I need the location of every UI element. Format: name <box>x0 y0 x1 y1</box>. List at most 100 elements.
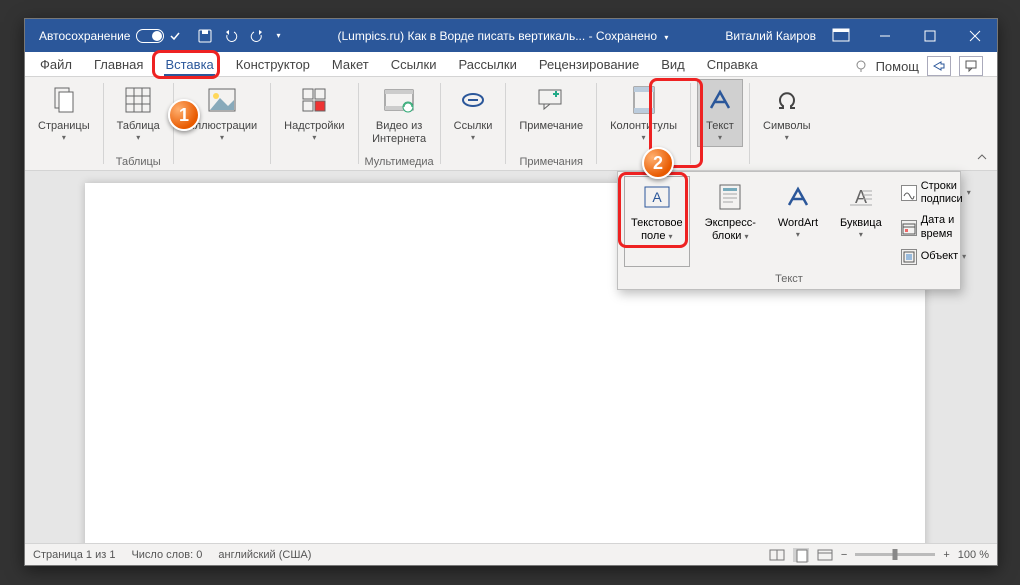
symbols-button[interactable]: Символы▾ <box>756 79 818 147</box>
comments-group-label: Примечания <box>512 154 590 170</box>
quickparts-icon <box>714 181 746 213</box>
status-words[interactable]: Число слов: 0 <box>131 549 202 561</box>
text-button[interactable]: Текст▾ <box>697 79 743 147</box>
callout-2: 2 <box>642 147 674 179</box>
tab-references[interactable]: Ссылки <box>380 53 448 76</box>
tab-home[interactable]: Главная <box>83 53 154 76</box>
headerfooter-button[interactable]: Колонтитулы▾ <box>603 79 684 147</box>
collapse-ribbon-button[interactable] <box>973 148 991 166</box>
dropcap-button[interactable]: A Буквица▾ <box>833 176 889 267</box>
zoom-slider[interactable] <box>855 553 935 556</box>
user-name: Виталий Каиров <box>725 29 816 43</box>
tabs-right: Помощ <box>854 56 993 76</box>
close-button[interactable] <box>952 19 997 52</box>
toggle-icon <box>136 29 164 43</box>
autosave-label: Автосохранение <box>39 29 130 43</box>
pages-button[interactable]: Страницы▾ <box>31 79 97 147</box>
zoom-out-button[interactable]: − <box>841 549 847 561</box>
omega-icon <box>771 84 803 116</box>
redo-icon[interactable] <box>250 29 264 43</box>
quickparts-button[interactable]: Экспресс-блоки ▾ <box>698 176 763 267</box>
svg-text:A: A <box>652 189 662 205</box>
text-popup-label: Текст <box>618 271 960 289</box>
addins-button[interactable]: Надстройки▾ <box>277 79 351 147</box>
tab-design[interactable]: Конструктор <box>225 53 321 76</box>
tabs-row: Файл Главная Вставка Конструктор Макет С… <box>25 52 997 77</box>
tab-view[interactable]: Вид <box>650 53 696 76</box>
undo-icon[interactable] <box>224 29 238 43</box>
picture-icon <box>206 84 238 116</box>
new-comment-icon <box>535 84 567 116</box>
addins-icon <box>298 84 330 116</box>
zoom-in-button[interactable]: + <box>943 549 949 561</box>
group-comments: Примечание Примечания <box>506 77 596 170</box>
print-layout-icon[interactable] <box>793 548 809 562</box>
document-title: (Lumpics.ru) Как в Ворде писать вертикал… <box>291 29 716 43</box>
online-video-button[interactable]: Видео изИнтернета <box>365 79 433 150</box>
tab-mailings[interactable]: Рассылки <box>447 53 527 76</box>
window-buttons <box>862 19 997 52</box>
object-button[interactable]: Объект▾ <box>897 247 975 267</box>
group-addins: Надстройки▾ <box>271 77 357 170</box>
text-small-buttons: Строки подписи▾ Дата и время Объект▾ <box>897 176 975 267</box>
text-dropdown-popup: A Текстовоеполе ▾ Экспресс-блоки ▾ WordA… <box>617 171 961 290</box>
tables-group-label: Таблицы <box>110 154 167 170</box>
zoom-level[interactable]: 100 % <box>958 549 989 561</box>
tab-insert[interactable]: Вставка <box>154 53 224 76</box>
group-text: Текст▾ <box>691 77 749 170</box>
signature-line-button[interactable]: Строки подписи▾ <box>897 178 975 208</box>
signature-icon <box>901 185 917 201</box>
comment-icon <box>965 60 977 72</box>
group-pages: Страницы▾ <box>25 77 103 170</box>
table-button[interactable]: Таблица▾ <box>110 79 167 147</box>
headerfooter-icon <box>628 84 660 116</box>
link-icon <box>457 84 489 116</box>
dropcap-icon: A <box>845 181 877 213</box>
wordart-a-icon <box>782 181 814 213</box>
svg-text:A: A <box>855 187 867 207</box>
media-group-label: Мультимедиа <box>365 154 434 170</box>
titlebar: Автосохранение ▾ (Lumpics.ru) Как в Ворд… <box>25 19 997 52</box>
object-icon <box>901 249 917 265</box>
comment-button[interactable]: Примечание <box>512 79 590 138</box>
table-icon <box>122 84 154 116</box>
comments-button[interactable] <box>959 56 983 76</box>
check-icon <box>170 31 180 41</box>
pages-icon <box>48 84 80 116</box>
datetime-button[interactable]: Дата и время <box>897 212 975 242</box>
wordart-button[interactable]: WordArt▾ <box>771 176 825 267</box>
group-symbols: Символы▾ <box>750 77 824 170</box>
read-mode-icon[interactable] <box>769 548 785 562</box>
autosave-toggle[interactable]: Автосохранение <box>25 29 188 43</box>
lightbulb-icon <box>854 59 868 73</box>
wordart-icon <box>704 84 736 116</box>
statusbar: Страница 1 из 1 Число слов: 0 английский… <box>25 543 997 565</box>
quick-access-toolbar: ▾ <box>188 29 290 43</box>
share-icon <box>933 60 945 72</box>
word-window: Автосохранение ▾ (Lumpics.ru) Как в Ворд… <box>24 18 998 566</box>
save-icon[interactable] <box>198 29 212 43</box>
maximize-button[interactable] <box>907 19 952 52</box>
tab-layout[interactable]: Макет <box>321 53 380 76</box>
callout-1: 1 <box>168 99 200 131</box>
links-button[interactable]: Ссылки▾ <box>447 79 500 147</box>
textbox-icon: A <box>641 181 673 213</box>
ribbon-display-icon[interactable] <box>832 28 856 44</box>
group-links: Ссылки▾ <box>441 77 506 170</box>
tell-me-label[interactable]: Помощ <box>876 59 919 74</box>
user-segment[interactable]: Виталий Каиров <box>715 29 826 43</box>
web-layout-icon[interactable] <box>817 548 833 562</box>
status-language[interactable]: английский (США) <box>218 549 311 561</box>
textbox-button[interactable]: A Текстовоеполе ▾ <box>624 176 690 267</box>
tab-review[interactable]: Рецензирование <box>528 53 650 76</box>
minimize-button[interactable] <box>862 19 907 52</box>
status-page[interactable]: Страница 1 из 1 <box>33 549 115 561</box>
tab-file[interactable]: Файл <box>29 53 83 76</box>
group-tables: Таблица▾ Таблицы <box>104 77 173 170</box>
video-icon <box>383 84 415 116</box>
tab-help[interactable]: Справка <box>696 53 769 76</box>
share-button[interactable] <box>927 56 951 76</box>
datetime-icon <box>901 220 917 236</box>
group-media: Видео изИнтернета Мультимедиа <box>359 77 440 170</box>
qat-more-icon[interactable]: ▾ <box>276 31 280 40</box>
